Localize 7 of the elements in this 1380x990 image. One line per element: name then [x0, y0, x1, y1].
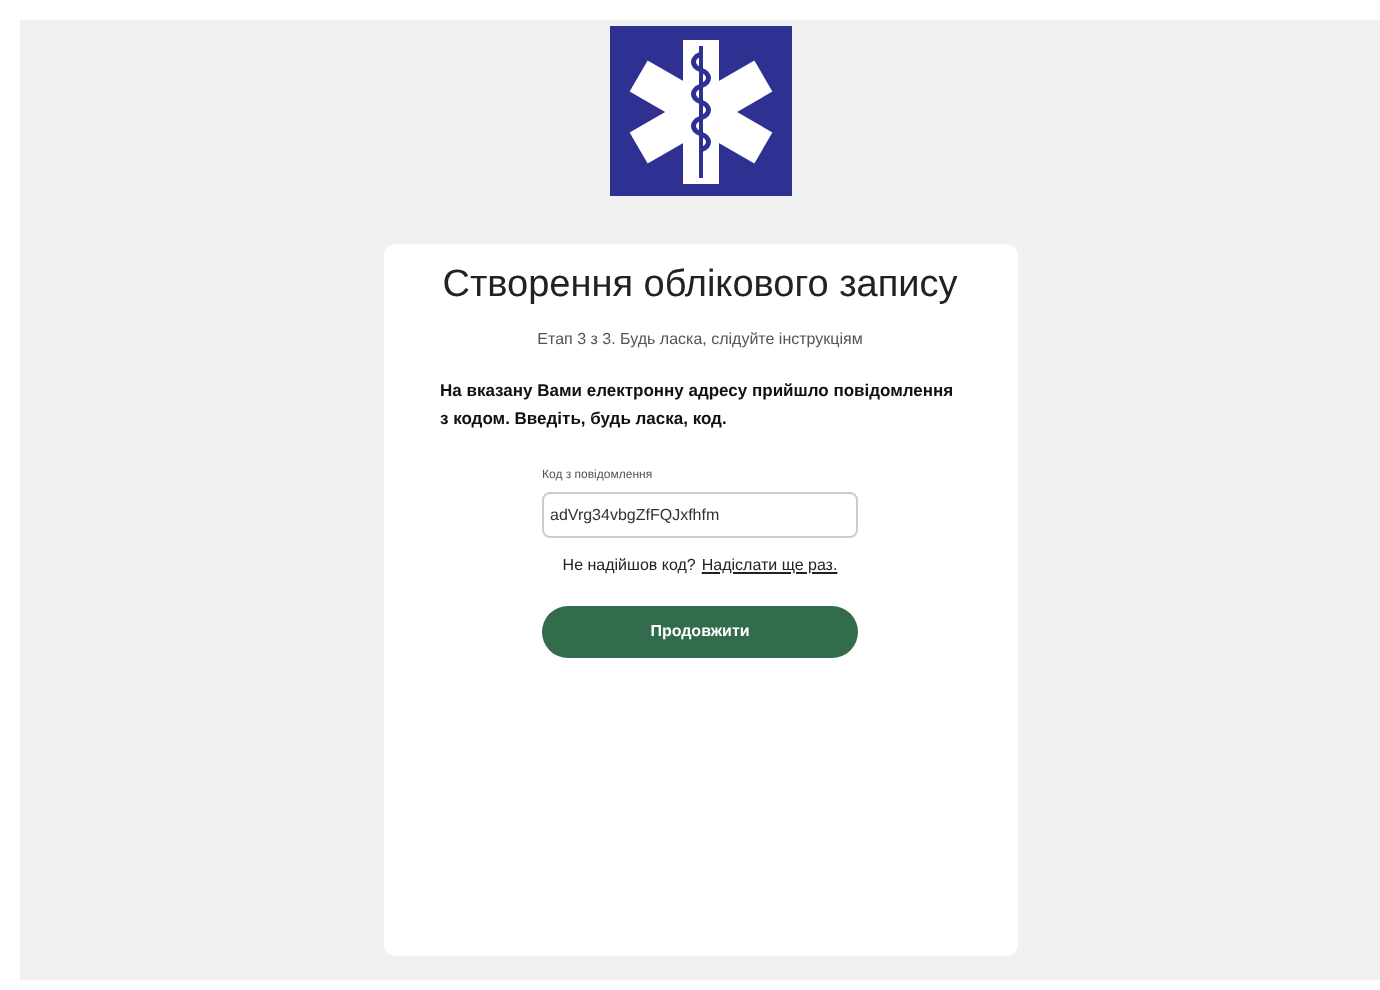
form-title: Створення облікового запису: [442, 262, 958, 310]
step-text: Етап 3 з 3. Будь ласка, слідуйте інструкціям: [537, 328, 863, 352]
resend-prompt: Не надійшов код?: [562, 554, 696, 578]
instruction-text: На вказану Вами електронну адресу прийшло повідомлення з кодом. Введіть, будь ласка, код.: [440, 378, 956, 432]
resend-link[interactable]: Надіслати ще раз.: [701, 554, 838, 578]
code-input[interactable]: adVrg34vbgZfFQJxfhfm: [542, 492, 858, 538]
continue-button[interactable]: Продовжити: [542, 606, 858, 658]
